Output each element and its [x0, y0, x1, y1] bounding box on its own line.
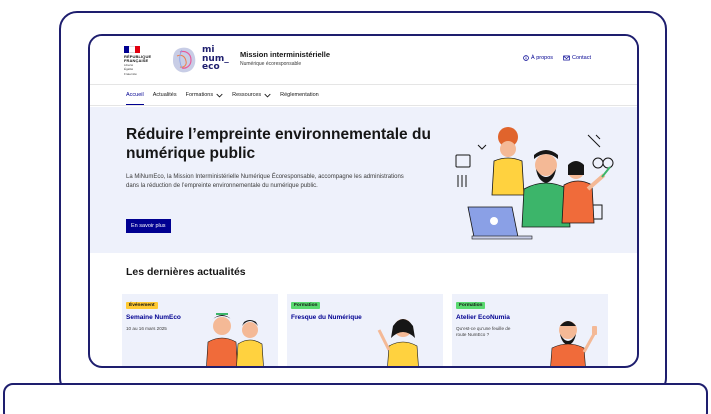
header-tools: À propos Contact — [523, 55, 591, 61]
learn-more-button[interactable]: En savoir plus — [126, 219, 171, 233]
nav-label: Ressources — [232, 92, 262, 98]
card-title: Fresque du Numérique — [291, 314, 362, 321]
mail-icon — [563, 55, 570, 61]
card-subtitle: 10 au 16 mars 2025 — [126, 326, 167, 331]
news-card-semaine-numeco[interactable]: Événement Semaine NumEco 10 au 16 mars 2… — [122, 294, 278, 366]
training-badge: Formation — [456, 302, 486, 309]
nav-label: Actualités — [152, 92, 177, 98]
info-circle-icon — [523, 55, 529, 61]
logo-line-eco: eco — [202, 62, 220, 72]
contact-link[interactable]: Contact — [563, 55, 591, 61]
site-subtitle: Numérique écoresponsable — [240, 61, 302, 67]
nav-item-actualites[interactable]: Actualités — [153, 85, 177, 105]
about-link[interactable]: À propos — [523, 55, 553, 61]
nav-item-ressources[interactable]: Ressources — [232, 85, 271, 105]
republique-francaise-logo[interactable]: RÉPUBLIQUE FRANÇAISE Liberté Égalité Fra… — [124, 46, 160, 76]
browser-screen: RÉPUBLIQUE FRANÇAISE Liberté Égalité Fra… — [88, 34, 639, 368]
card-title: Atelier EcoNumia — [456, 314, 510, 321]
woman-illustration — [377, 319, 419, 366]
nav-item-accueil[interactable]: Accueil — [126, 85, 144, 105]
news-card-fresque-numerique[interactable]: Formation Fresque du Numérique — [287, 294, 443, 366]
man-illustration — [550, 321, 597, 366]
card-subtitle: Qu’est-ce qu’une feuille de route NumEco… — [456, 326, 511, 337]
site-title[interactable]: Mission interministérielle — [240, 50, 330, 59]
nav-label: Réglementation — [280, 92, 319, 98]
contact-label: Contact — [572, 55, 591, 61]
hero-team-illustration — [455, 127, 614, 240]
chevron-down-icon — [264, 93, 271, 98]
chevron-down-icon — [216, 93, 223, 98]
card-title: Semaine NumEco — [126, 314, 181, 321]
laptop-base — [3, 383, 708, 414]
hero-description: La MiNumEco, la Mission Interministériel… — [126, 174, 404, 189]
training-badge: Formation — [291, 302, 321, 309]
minumeco-logo-text[interactable]: mi num_ eco — [202, 46, 229, 72]
site-header: RÉPUBLIQUE FRANÇAISE Liberté Égalité Fra… — [90, 36, 637, 84]
nav-item-reglementation[interactable]: Réglementation — [280, 85, 319, 105]
nav-item-formations[interactable]: Formations — [186, 85, 224, 105]
news-section-title: Les dernières actualités — [126, 266, 246, 278]
about-label: À propos — [531, 55, 554, 61]
people-illustration — [206, 313, 264, 366]
nav-label: Formations — [185, 92, 214, 98]
french-flag-icon — [124, 46, 140, 53]
nav-label: Accueil — [126, 92, 144, 98]
event-badge: Événement — [126, 302, 158, 309]
news-card-atelier-econumia[interactable]: Formation Atelier EcoNumia Qu’est-ce qu’… — [452, 294, 608, 366]
minumeco-blob-icon — [173, 47, 196, 73]
main-navigation: Accueil Actualités Formations Ressources… — [90, 84, 637, 106]
hero-title: Réduire l’empreinte environnementale du … — [126, 126, 431, 162]
motto-fraternite: Fraternité — [124, 71, 137, 76]
hero-section: Réduire l’empreinte environnementale du … — [90, 107, 637, 253]
